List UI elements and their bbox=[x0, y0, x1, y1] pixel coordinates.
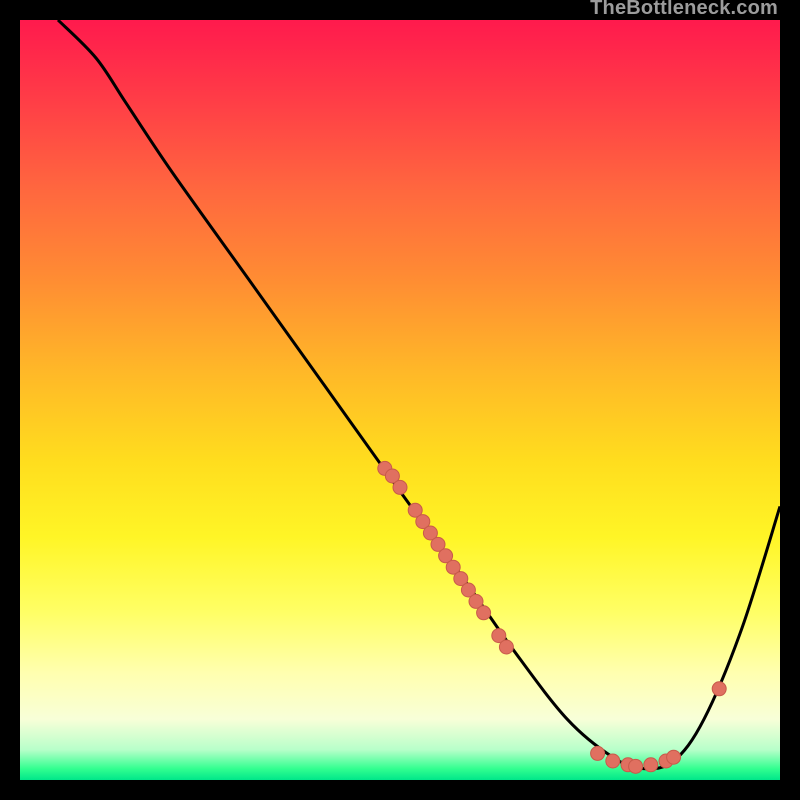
chart-data-point bbox=[606, 754, 620, 768]
chart-svg bbox=[20, 20, 780, 780]
chart-frame: TheBottleneck.com bbox=[20, 20, 780, 780]
chart-data-point bbox=[644, 758, 658, 772]
chart-data-point bbox=[667, 750, 681, 764]
chart-plot-area bbox=[20, 20, 780, 780]
chart-data-point bbox=[591, 746, 605, 760]
chart-curve bbox=[58, 20, 780, 769]
chart-data-point bbox=[629, 759, 643, 773]
watermark-text: TheBottleneck.com bbox=[590, 0, 778, 20]
chart-data-point bbox=[477, 606, 491, 620]
chart-data-point bbox=[499, 640, 513, 654]
chart-dots-group bbox=[378, 461, 726, 773]
chart-data-point bbox=[712, 682, 726, 696]
chart-data-point bbox=[393, 480, 407, 494]
